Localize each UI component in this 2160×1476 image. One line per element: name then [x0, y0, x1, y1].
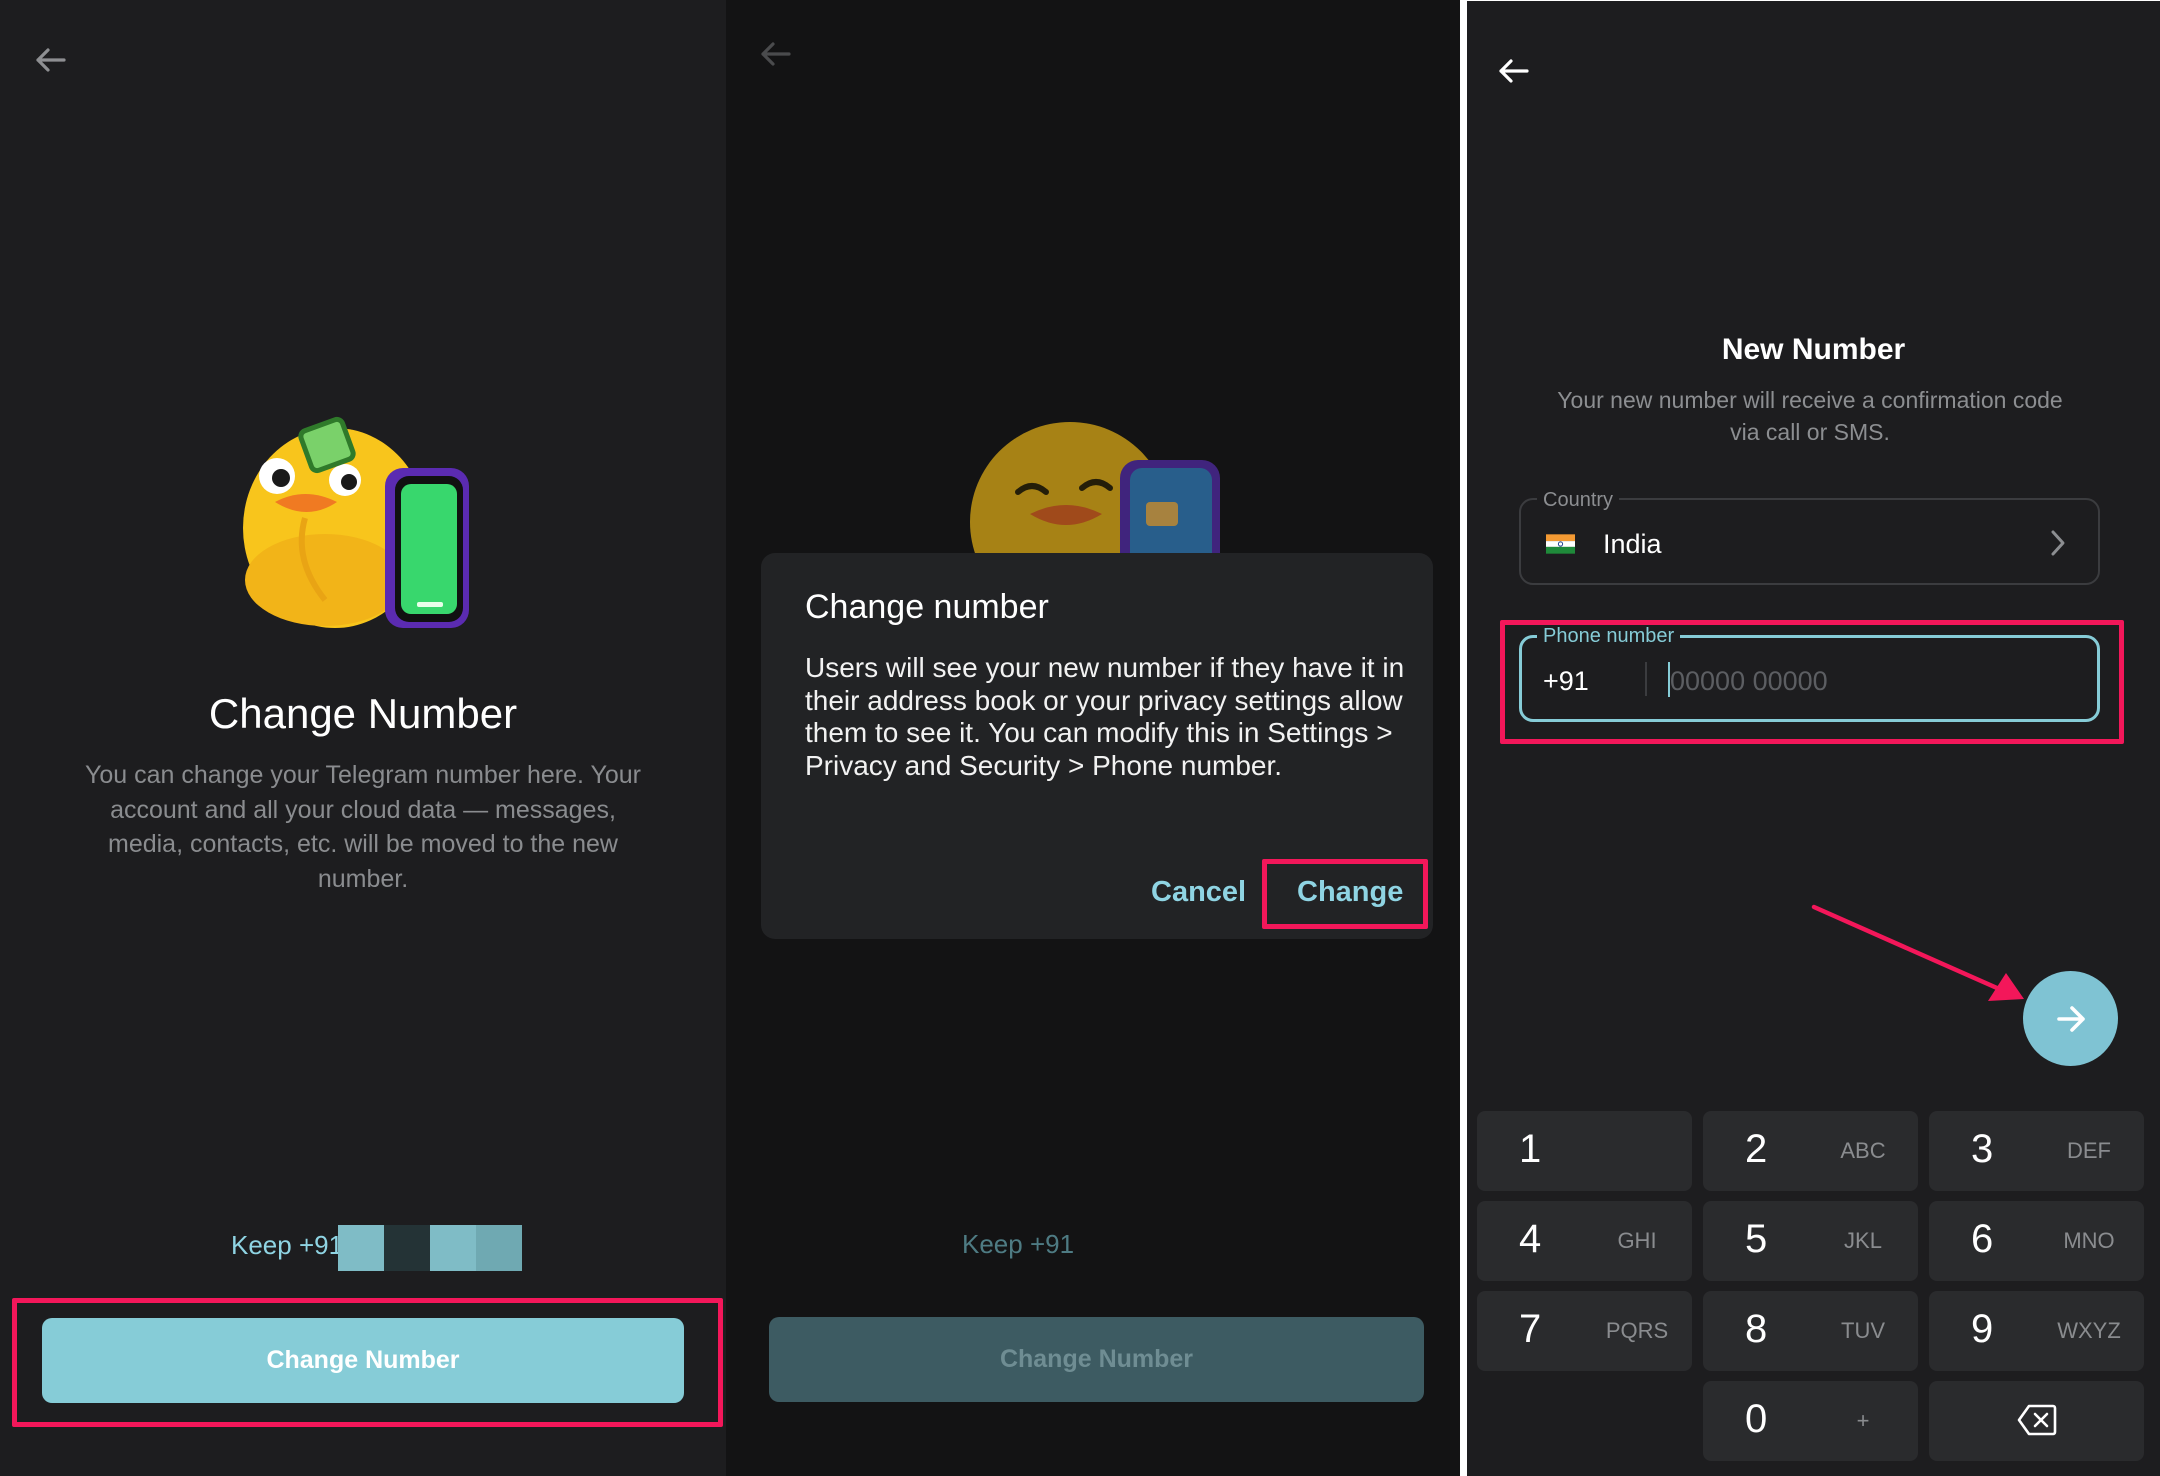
key-digit: 9: [1971, 1307, 1994, 1351]
arrow-left-icon: [1499, 59, 1529, 83]
key-digit: 0: [1745, 1397, 1768, 1441]
key-letters: GHI: [1617, 1228, 1657, 1253]
key-digit: 7: [1519, 1307, 1542, 1351]
divider: [1645, 662, 1647, 696]
chevron-right-icon: [2051, 530, 2065, 556]
keypad-key-3[interactable]: 3 DEF: [1929, 1111, 2144, 1191]
page-title: New Number: [1721, 333, 1906, 366]
key-digit: 8: [1745, 1307, 1768, 1351]
keypad-key-0[interactable]: 0 +: [1703, 1381, 1918, 1461]
keypad-key-6[interactable]: 6 MNO: [1929, 1201, 2144, 1281]
phone-number-label: Phone number: [1537, 625, 1681, 648]
key-letters: WXYZ: [2057, 1318, 2121, 1343]
country-label: Country: [1537, 489, 1620, 512]
country-value: India: [1603, 529, 1662, 559]
duck-with-phone-sticker: [243, 416, 469, 628]
key-digit: 5: [1745, 1217, 1768, 1261]
change-number-button[interactable]: Change Number: [769, 1317, 1424, 1402]
page-description: Your new number will receive a confirmat…: [1557, 387, 2063, 445]
key-digit: 4: [1519, 1217, 1542, 1261]
change-number-button[interactable]: Change Number: [42, 1318, 684, 1403]
keypad-key-9[interactable]: 9 WXYZ: [1929, 1291, 2144, 1371]
arrow-right-icon: [2057, 1006, 2085, 1032]
redacted-number: [338, 1225, 384, 1271]
country-code: +91: [1543, 666, 1589, 696]
back-button[interactable]: [1491, 49, 1535, 93]
keypad-key-8[interactable]: 8 TUV: [1703, 1291, 1918, 1371]
key-digit: 2: [1745, 1127, 1768, 1171]
redacted-number: [384, 1225, 430, 1271]
page-description: You can change your Telegram number here…: [85, 761, 641, 893]
pointer-arrow: [1811, 904, 2024, 1001]
key-digit: 1: [1519, 1127, 1542, 1171]
key-letters: MNO: [2063, 1228, 2115, 1253]
backspace-icon: [2017, 1404, 2057, 1436]
key-digit: 3: [1971, 1127, 1994, 1171]
india-flag-icon: [1546, 534, 1575, 554]
keypad-backspace[interactable]: [1929, 1381, 2144, 1461]
keypad-key-2[interactable]: 2 ABC: [1703, 1111, 1918, 1191]
confirm-change-button[interactable]: Change: [1297, 876, 1403, 909]
key-letters: DEF: [2067, 1138, 2111, 1163]
keypad-key-4[interactable]: 4 GHI: [1477, 1201, 1692, 1281]
keep-number-link[interactable]: Keep +91: [231, 1230, 343, 1261]
phone-placeholder: 00000 00000: [1670, 666, 1828, 696]
back-button[interactable]: [753, 32, 797, 76]
page-title: Change Number: [208, 690, 518, 737]
duck-with-sim-sticker: [970, 422, 1220, 562]
dialog-title: Change number: [805, 588, 1049, 626]
key-digit: 6: [1971, 1217, 1994, 1261]
key-letters: JKL: [1844, 1228, 1882, 1253]
keypad-key-7[interactable]: 7 PQRS: [1477, 1291, 1692, 1371]
key-letters: TUV: [1841, 1318, 1885, 1343]
redacted-number: [476, 1225, 522, 1271]
redacted-number: [430, 1225, 476, 1271]
dialog-body: Users will see your new number if they h…: [805, 652, 1405, 781]
back-button[interactable]: [28, 38, 72, 82]
next-button[interactable]: [2023, 971, 2118, 1066]
cancel-button[interactable]: Cancel: [1151, 876, 1246, 909]
arrow-left-icon: [36, 48, 66, 72]
keep-number-link[interactable]: Keep +91: [962, 1229, 1074, 1260]
keypad-key-5[interactable]: 5 JKL: [1703, 1201, 1918, 1281]
key-letters: +: [1856, 1408, 1870, 1433]
arrow-left-icon: [761, 42, 791, 66]
keypad-key-1[interactable]: 1: [1477, 1111, 1692, 1191]
key-letters: PQRS: [1605, 1318, 1669, 1343]
key-letters: ABC: [1840, 1138, 1886, 1163]
